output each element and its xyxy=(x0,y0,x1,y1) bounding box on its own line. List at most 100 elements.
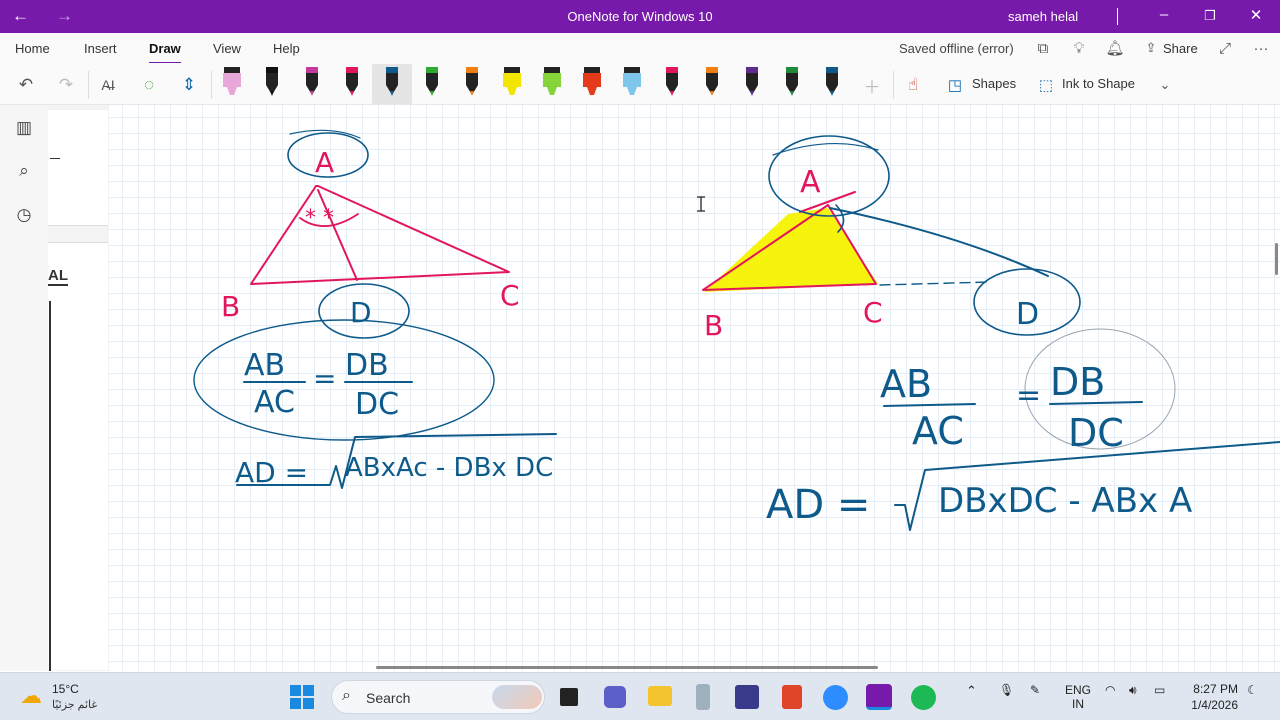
search-icon[interactable]: ⌕ xyxy=(12,159,36,183)
card-dash xyxy=(50,158,60,159)
expand-icon[interactable]: ⤢ xyxy=(1214,37,1236,59)
redo-icon[interactable]: ↷ xyxy=(54,73,78,97)
file-explorer-icon[interactable] xyxy=(648,686,672,706)
notebook-icon[interactable]: ⧉ xyxy=(1032,37,1054,59)
pen-3-icon[interactable] xyxy=(300,65,324,99)
pen-16-icon[interactable] xyxy=(820,65,844,99)
clock-time: 8:27 PM xyxy=(1193,682,1238,696)
notifications-icon[interactable]: ☾ xyxy=(1247,683,1258,697)
title-bar: ← → OneNote for Windows 10 sameh helal –… xyxy=(0,0,1280,33)
zoom-icon[interactable] xyxy=(823,685,848,710)
weather-temp[interactable]: 15°C xyxy=(52,682,79,696)
pen-13-icon[interactable] xyxy=(700,65,724,99)
language-indicator[interactable]: ENG IN xyxy=(1065,683,1091,711)
tab-help[interactable]: Help xyxy=(273,41,300,56)
tab-draw[interactable]: Draw xyxy=(149,41,181,64)
spotify-icon[interactable] xyxy=(911,685,936,710)
user-name[interactable]: sameh helal xyxy=(1008,9,1078,24)
office-icon[interactable] xyxy=(782,685,802,709)
tab-view[interactable]: View xyxy=(213,41,241,56)
highlighter-8-icon[interactable] xyxy=(500,65,524,99)
pen-15-icon[interactable] xyxy=(780,65,804,99)
taskbar-search[interactable]: ⌕ Search xyxy=(331,680,545,714)
tab-insert[interactable]: Insert xyxy=(84,41,117,56)
pen-6-icon[interactable] xyxy=(420,65,444,99)
teams-icon[interactable] xyxy=(604,686,626,708)
highlighter-11-icon[interactable] xyxy=(620,65,644,99)
tab-home[interactable]: Home xyxy=(15,41,50,56)
chevron-down-icon[interactable]: ⌄ xyxy=(1153,73,1177,97)
horizontal-scrollbar[interactable] xyxy=(376,666,878,669)
battery-icon[interactable]: ▭ xyxy=(1154,683,1165,697)
caliber-icon[interactable] xyxy=(735,685,759,709)
touch-draw-icon[interactable]: ☝︎ xyxy=(901,73,925,97)
equals-sign: = xyxy=(313,362,336,395)
ratio-num-right-right: DB xyxy=(1050,360,1105,404)
notebooks-icon[interactable]: ▥ xyxy=(12,116,36,140)
highlighter-1-icon[interactable] xyxy=(220,65,244,99)
microphone-icon[interactable]: 🎙︎ xyxy=(999,683,1014,697)
label-a-right: A xyxy=(800,165,821,200)
draw-toolbar: ↶ ↷ A̶I ◌ ⇕ ＋ ☝︎ ◳ Shapes ⬚ Ink to Shape… xyxy=(0,63,1280,105)
undo-icon[interactable]: ↶ xyxy=(14,73,38,97)
pen-7-icon[interactable] xyxy=(460,65,484,99)
highlighter-9-icon[interactable] xyxy=(540,65,564,99)
page-card[interactable]: AL xyxy=(48,242,108,671)
share-icon[interactable]: ⇪ xyxy=(1140,37,1162,59)
ratio-num-left-right: AB xyxy=(880,362,932,406)
ratio-den-left-right: AC xyxy=(912,409,964,453)
type-select-icon[interactable]: A̶I xyxy=(96,73,120,97)
ratio-den-left: AC xyxy=(254,385,295,420)
card-title: AL xyxy=(48,267,68,286)
circle-a-stroke-right xyxy=(772,142,879,156)
shapes-button[interactable]: Shapes xyxy=(972,76,1016,91)
note-canvas[interactable]: A * * B C D AB AC = DB DC AD = ABxAc - D… xyxy=(109,105,1280,671)
page-card[interactable] xyxy=(48,110,108,226)
navigation-sidebar: ▥ ⌕ ◷ xyxy=(0,105,48,671)
lasso-select-icon[interactable]: ◌ xyxy=(137,73,161,97)
lang-secondary: IN xyxy=(1072,697,1084,711)
minimize-icon[interactable]: – xyxy=(1149,6,1179,23)
highlighter-10-icon[interactable] xyxy=(580,65,604,99)
wifi-icon[interactable]: ◠ xyxy=(1105,683,1115,697)
share-button[interactable]: Share xyxy=(1163,41,1198,56)
volume-icon[interactable]: 🔊︎ xyxy=(1129,683,1137,698)
weather-text[interactable]: غائم جزئيًا xyxy=(52,698,97,711)
search-highlight-icon xyxy=(492,685,542,709)
close-icon[interactable]: ✕ xyxy=(1241,6,1271,24)
text-cursor-icon xyxy=(697,196,705,212)
add-space-icon[interactable]: ⇕ xyxy=(177,73,201,97)
vertical-scrollbar[interactable] xyxy=(1275,243,1278,275)
right-diagram xyxy=(702,135,1280,531)
label-d-right: D xyxy=(1016,297,1039,332)
shapes-icon[interactable]: ◳ xyxy=(943,73,967,97)
formula-rhs: ABxAc - DBx DC xyxy=(345,453,553,483)
bell-icon[interactable]: 🔔︎ xyxy=(1104,37,1126,59)
add-pen-icon[interactable]: ＋ xyxy=(860,73,884,97)
ink-to-shape-button[interactable]: Ink to Shape xyxy=(1062,76,1135,91)
pen-12-icon[interactable] xyxy=(660,65,684,99)
restore-icon[interactable]: ❐ xyxy=(1195,8,1225,24)
onenote-icon[interactable] xyxy=(866,684,892,710)
task-view-icon[interactable] xyxy=(560,688,578,706)
lightbulb-icon[interactable]: 💡︎ xyxy=(1068,37,1090,59)
calculator-icon[interactable] xyxy=(696,684,710,710)
chevron-up-icon[interactable]: ⌃ xyxy=(966,683,977,699)
clock[interactable]: 8:27 PM 1/4/2026 xyxy=(1186,682,1238,712)
lang-primary: ENG xyxy=(1065,683,1092,697)
pen-icon[interactable]: ✎ xyxy=(1030,683,1040,697)
formula-lhs-right: AD = xyxy=(766,482,870,528)
label-b-right: B xyxy=(704,309,723,342)
pen-5-icon[interactable] xyxy=(380,65,404,99)
more-icon[interactable]: ··· xyxy=(1250,37,1272,59)
pen-14-icon[interactable] xyxy=(740,65,764,99)
ratio-num-left: AB xyxy=(244,348,285,383)
sync-status[interactable]: Saved offline (error) xyxy=(899,41,1014,56)
weather-icon[interactable]: ☁︎ xyxy=(20,683,42,709)
ink-to-shape-icon[interactable]: ⬚ xyxy=(1034,73,1058,97)
pen-4-icon[interactable] xyxy=(340,65,364,99)
pen-2-icon[interactable] xyxy=(260,65,284,99)
formula-lhs: AD = xyxy=(235,456,308,489)
start-icon[interactable] xyxy=(290,685,314,709)
recent-icon[interactable]: ◷ xyxy=(12,203,36,227)
